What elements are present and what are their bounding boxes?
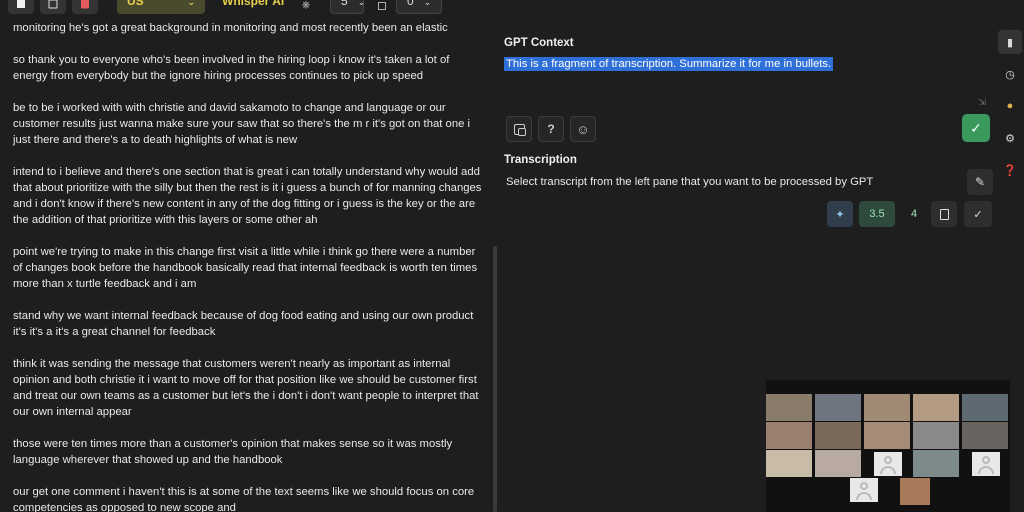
check-icon: ✓	[970, 119, 982, 136]
translate-button[interactable]	[506, 116, 532, 142]
record-button[interactable]	[8, 0, 34, 14]
video-tile	[815, 422, 861, 449]
model-35-button[interactable]: 3.5	[859, 201, 895, 227]
smiley-icon: ☺	[576, 121, 590, 137]
video-tile	[913, 422, 959, 449]
gpt-context-title: GPT Context	[504, 37, 574, 49]
video-tile	[815, 394, 861, 421]
video-tile	[864, 394, 910, 421]
video-tile	[962, 394, 1008, 421]
video-tile	[913, 394, 959, 421]
save-button[interactable]	[40, 0, 66, 14]
gear-icon: ❋	[301, 0, 311, 12]
transcription-placeholder: Select transcript from the left pane tha…	[506, 176, 874, 188]
gpt-context-input[interactable]: This is a fragment of transcription. Sum…	[504, 54, 992, 110]
video-tile	[913, 450, 959, 477]
transcript-pane[interactable]: monitoring he's got a great background i…	[0, 0, 498, 512]
edit-transcription-button[interactable]: ✎	[967, 169, 993, 195]
avatar	[972, 452, 1000, 476]
video-tile	[766, 422, 812, 449]
chevron-down-icon: ⌄	[357, 0, 366, 7]
chat-icon[interactable]: ▮	[998, 30, 1022, 54]
transcript-paragraph[interactable]: be to be i worked with with christie and…	[13, 100, 485, 148]
gear-icon[interactable]: ⚙	[998, 126, 1022, 150]
transcript-paragraph[interactable]: those were ten times more than a custome…	[13, 436, 485, 468]
avatar	[850, 478, 878, 502]
video-tile	[864, 422, 910, 449]
count-a-select[interactable]: 5 ⌄	[330, 0, 366, 14]
emoji-button[interactable]: ☺	[570, 116, 596, 142]
submit-button[interactable]: ✓	[964, 201, 992, 227]
user-icon[interactable]: ●	[998, 94, 1022, 118]
resize-grip-icon[interactable]: ⇲	[978, 97, 986, 108]
copy-icon-button[interactable]	[372, 0, 392, 14]
trash-icon	[81, 0, 89, 9]
transcript-paragraph[interactable]: stand why we want internal feedback beca…	[13, 308, 485, 340]
transcript-paragraph[interactable]: our get one comment i haven't this is at…	[13, 484, 485, 512]
transcript-paragraph[interactable]: think it was sending the message that cu…	[13, 356, 485, 420]
stop-icon	[17, 0, 25, 9]
video-tile	[900, 478, 930, 505]
clear-button[interactable]	[72, 0, 98, 14]
help-button[interactable]: ?	[538, 116, 564, 142]
help-icon[interactable]: ❓	[998, 158, 1022, 182]
sparkle-icon: ✦	[835, 208, 845, 221]
count-a-value: 5	[341, 0, 348, 8]
video-tile	[766, 450, 812, 477]
question-icon: ?	[547, 122, 555, 136]
engine-label[interactable]: Whisper AI	[222, 0, 284, 8]
floppy-icon	[48, 0, 58, 9]
transcript-paragraph[interactable]: so thank you to everyone who's been invo…	[13, 52, 485, 84]
transcript-paragraph[interactable]: intend to i believe and there's one sect…	[13, 164, 485, 228]
video-preview[interactable]	[766, 380, 1010, 512]
document-button[interactable]	[931, 201, 957, 227]
transcript-scrollbar[interactable]	[493, 246, 497, 512]
copy-icon	[378, 2, 386, 11]
avatar	[874, 452, 902, 476]
video-tile	[766, 394, 812, 421]
video-tile	[815, 450, 861, 477]
language-select[interactable]: English US ⌄	[117, 0, 205, 14]
settings-icon-button[interactable]: ❋	[293, 0, 319, 14]
transcript-paragraph[interactable]: point we're trying to make in this chang…	[13, 244, 485, 292]
transcript-list[interactable]: monitoring he's got a great background i…	[13, 20, 485, 512]
translate-icon	[513, 123, 526, 136]
chevron-down-icon: ⌄	[423, 0, 432, 7]
chevron-down-icon: ⌄	[187, 0, 195, 7]
document-icon	[939, 208, 949, 220]
model-4-button[interactable]: 4	[904, 201, 924, 227]
video-tile	[962, 422, 1008, 449]
transcription-title: Transcription	[504, 154, 577, 166]
transcript-paragraph[interactable]: monitoring he's got a great background i…	[13, 20, 485, 36]
ai-process-button[interactable]: ✦	[827, 201, 853, 227]
pencil-icon: ✎	[974, 175, 986, 189]
history-icon[interactable]: ◷	[998, 62, 1022, 86]
gpt-context-prompt[interactable]: This is a fragment of transcription. Sum…	[504, 57, 834, 71]
language-label: English US	[127, 0, 144, 8]
count-b-select[interactable]: 0 ⌄	[396, 0, 442, 14]
check-icon: ✓	[973, 208, 983, 221]
apply-context-button[interactable]: ✓	[962, 114, 990, 142]
count-b-value: 0	[407, 0, 414, 8]
